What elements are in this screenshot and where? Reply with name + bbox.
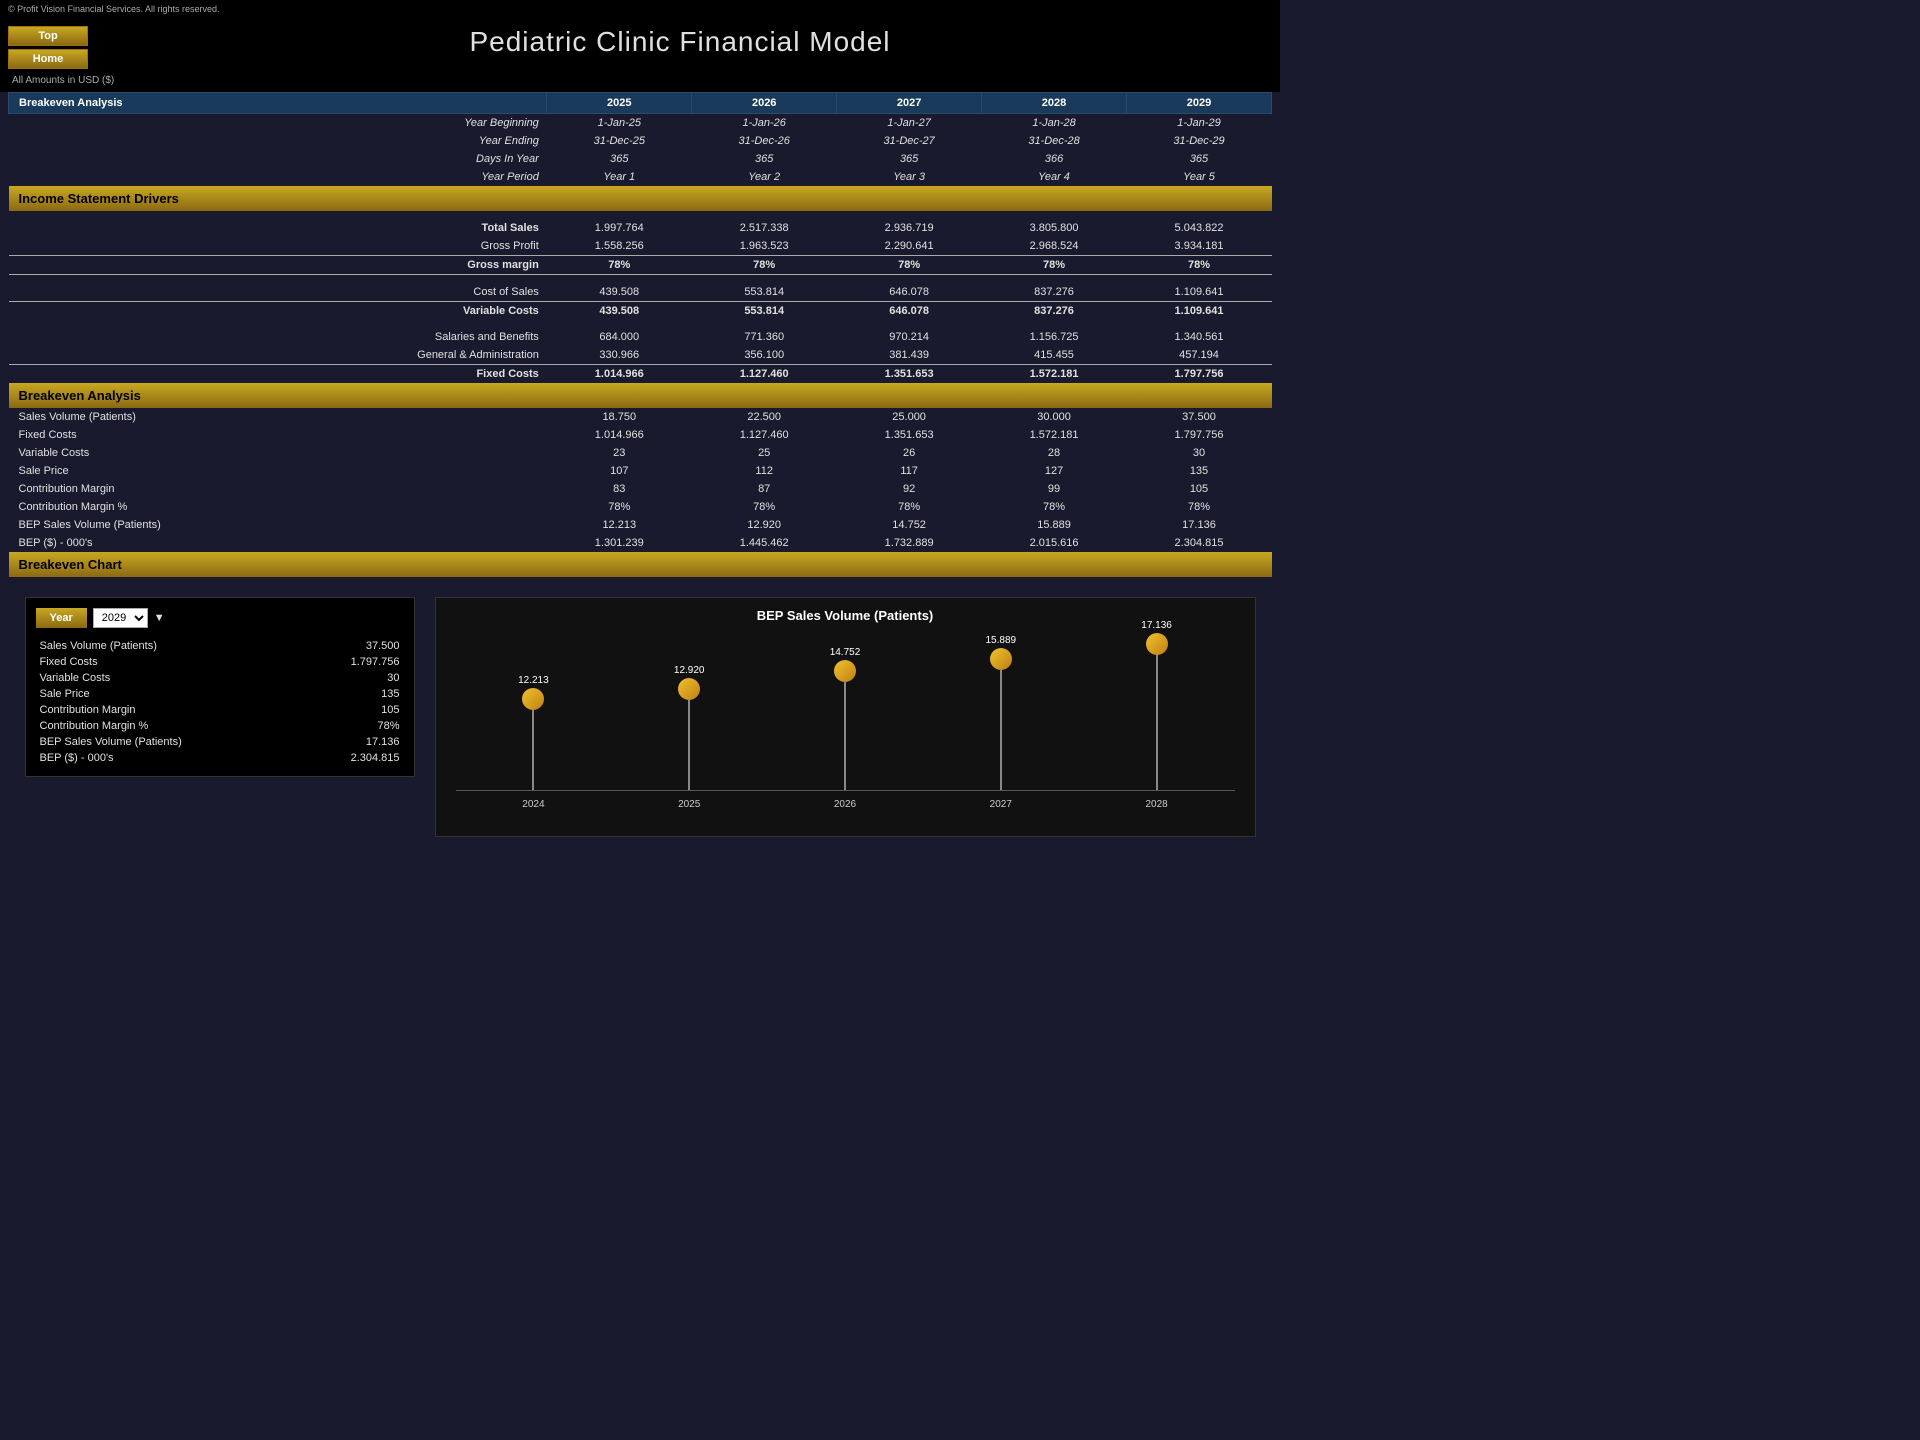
currency-note: All Amounts in USD ($) bbox=[12, 75, 114, 86]
copyright-text: © Profit Vision Financial Services. All … bbox=[8, 4, 220, 14]
gross-margin-row: Gross margin 78% 78% 78% 78% 78% bbox=[9, 256, 1272, 275]
bar-dot-2025 bbox=[678, 678, 700, 700]
bar-chart-panel: BEP Sales Volume (Patients) 12.213 bbox=[435, 597, 1256, 837]
year-beginning-row: Year Beginning 1-Jan-25 1-Jan-26 1-Jan-2… bbox=[9, 114, 1272, 133]
chart-title: BEP Sales Volume (Patients) bbox=[456, 608, 1235, 623]
year-dropdown[interactable]: 2025 2026 2027 2028 2029 bbox=[93, 608, 148, 628]
salaries-row: Salaries and Benefits 684.000 771.360 97… bbox=[9, 328, 1272, 346]
days-in-year-row: Days In Year 365 365 365 366 365 bbox=[9, 150, 1272, 168]
year-2028-header: 2028 bbox=[982, 93, 1127, 114]
lp-bep-sales-volume: BEP Sales Volume (Patients) 17.136 bbox=[36, 734, 404, 750]
year-2025-header: 2025 bbox=[547, 93, 692, 114]
bea-contribution-margin-pct-row: Contribution Margin % 78% 78% 78% 78% 78… bbox=[9, 498, 1272, 516]
lp-sale-price: Sale Price 135 bbox=[36, 686, 404, 702]
bar-dot-2026 bbox=[834, 660, 856, 682]
lp-bep-dollars: BEP ($) - 000's 2.304.815 bbox=[36, 750, 404, 766]
top-button[interactable]: Top bbox=[8, 26, 88, 46]
bar-line-2024 bbox=[532, 710, 534, 790]
bea-bep-sales-volume-row: BEP Sales Volume (Patients) 12.213 12.92… bbox=[9, 516, 1272, 534]
gross-profit-row: Gross Profit 1.558.256 1.963.523 2.290.6… bbox=[9, 237, 1272, 256]
gen-admin-row: General & Administration 330.966 356.100… bbox=[9, 346, 1272, 365]
page-title: Pediatric Clinic Financial Model bbox=[88, 26, 1272, 58]
spacer3 bbox=[9, 320, 1272, 328]
cost-of-sales-row: Cost of Sales 439.508 553.814 646.078 83… bbox=[9, 283, 1272, 302]
year-ending-row: Year Ending 31-Dec-25 31-Dec-26 31-Dec-2… bbox=[9, 132, 1272, 150]
lp-fixed-costs: Fixed Costs 1.797.756 bbox=[36, 654, 404, 670]
bar-dot-2024 bbox=[522, 688, 544, 710]
total-sales-row: Total Sales 1.997.764 2.517.338 2.936.71… bbox=[9, 219, 1272, 237]
bea-bep-dollars-row: BEP ($) - 000's 1.301.239 1.445.462 1.73… bbox=[9, 534, 1272, 552]
breakeven-chart-subheader: Breakeven Chart bbox=[9, 552, 1272, 577]
bea-contribution-margin-row: Contribution Margin 83 87 92 99 105 bbox=[9, 480, 1272, 498]
year-period-row: Year Period Year 1 Year 2 Year 3 Year 4 … bbox=[9, 168, 1272, 186]
lp-contribution-margin-pct: Contribution Margin % 78% bbox=[36, 718, 404, 734]
year-label-button[interactable]: Year bbox=[36, 608, 87, 628]
bar-chart-labels: 2024 2025 2026 2027 2028 bbox=[456, 791, 1235, 810]
bea-variable-costs-row: Variable Costs 23 25 26 28 30 bbox=[9, 444, 1272, 462]
bea-sale-price-row: Sale Price 107 112 117 127 135 bbox=[9, 462, 1272, 480]
lp-contribution-margin: Contribution Margin 105 bbox=[36, 702, 404, 718]
fixed-costs-row: Fixed Costs 1.014.966 1.127.460 1.351.65… bbox=[9, 364, 1272, 383]
spacer1 bbox=[9, 211, 1272, 219]
chart-row: Year 2025 2026 2027 2028 2029 ▼ bbox=[9, 577, 1272, 857]
bar-line-2026 bbox=[844, 682, 846, 790]
bar-line-2027 bbox=[1000, 670, 1002, 790]
bar-dot-2028 bbox=[1146, 633, 1168, 655]
year-2026-header: 2026 bbox=[692, 93, 837, 114]
bar-chart-area: 12.213 12.920 bbox=[456, 631, 1235, 791]
bar-2025: 12.920 bbox=[674, 665, 705, 790]
bea-fixed-costs-row: Fixed Costs 1.014.966 1.127.460 1.351.65… bbox=[9, 426, 1272, 444]
bar-line-2028 bbox=[1156, 655, 1158, 790]
bar-2024: 12.213 bbox=[518, 675, 549, 790]
year-2029-header: 2029 bbox=[1127, 93, 1272, 114]
income-statement-subheader: Income Statement Drivers bbox=[9, 186, 1272, 211]
dropdown-icon: ▼ bbox=[154, 612, 165, 624]
variable-costs-row: Variable Costs 439.508 553.814 646.078 8… bbox=[9, 301, 1272, 320]
bar-2028: 17.136 bbox=[1141, 620, 1172, 790]
lp-sales-volume: Sales Volume (Patients) 37.500 bbox=[36, 638, 404, 654]
main-content: Breakeven Analysis 2025 2026 2027 2028 2… bbox=[0, 92, 1280, 877]
lp-variable-costs: Variable Costs 30 bbox=[36, 670, 404, 686]
bar-dot-2027 bbox=[990, 648, 1012, 670]
home-button[interactable]: Home bbox=[8, 49, 88, 69]
year-selector: Year 2025 2026 2027 2028 2029 ▼ bbox=[36, 608, 404, 628]
year-2027-header: 2027 bbox=[837, 93, 982, 114]
chart-left-panel: Year 2025 2026 2027 2028 2029 ▼ bbox=[25, 597, 415, 777]
breakeven-analysis-subheader: Breakeven Analysis bbox=[9, 383, 1272, 408]
top-bar: © Profit Vision Financial Services. All … bbox=[0, 0, 1280, 92]
breakeven-header: Breakeven Analysis bbox=[9, 93, 547, 114]
spacer2 bbox=[9, 275, 1272, 283]
main-table: Breakeven Analysis 2025 2026 2027 2028 2… bbox=[8, 92, 1272, 857]
bea-sales-volume-row: Sales Volume (Patients) 18.750 22.500 25… bbox=[9, 408, 1272, 426]
bar-2026: 14.752 bbox=[830, 647, 861, 790]
bar-line-2025 bbox=[688, 700, 690, 790]
bar-2027: 15.889 bbox=[985, 635, 1016, 790]
